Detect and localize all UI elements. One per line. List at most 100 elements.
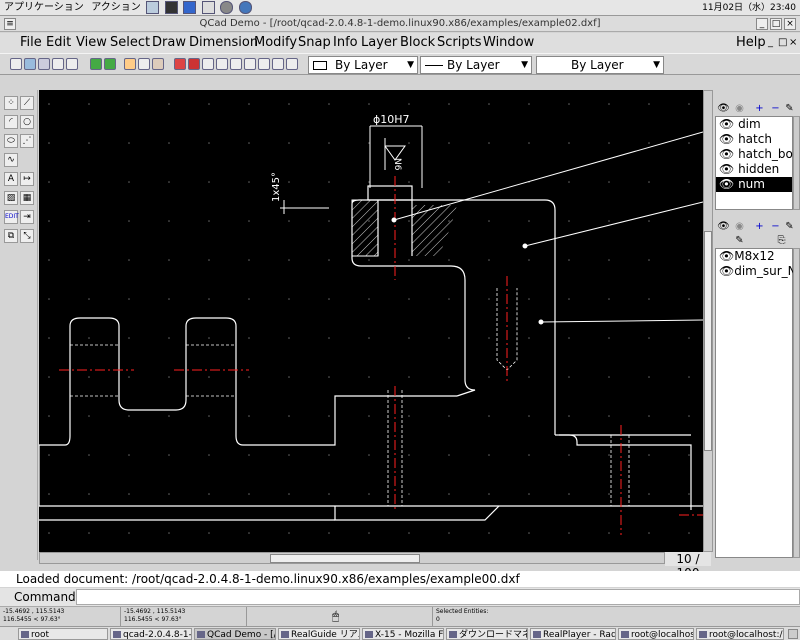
menu-file[interactable]: File [20, 35, 42, 51]
layer-list-scrollbar[interactable] [793, 116, 800, 210]
menu-view[interactable]: View [76, 35, 107, 51]
show-all-blocks-icon[interactable]: 👁 [717, 220, 730, 233]
open-file-icon[interactable] [24, 58, 36, 70]
remove-block-icon[interactable]: − [769, 220, 782, 233]
print-preview-icon[interactable] [66, 58, 78, 70]
drawing-canvas[interactable]: ɸ10H7 1x45° N6 [38, 90, 704, 552]
editor-icon[interactable] [183, 0, 197, 14]
edit-tool-icon[interactable]: EDIT [4, 210, 19, 224]
undo-icon[interactable] [90, 58, 102, 70]
layer-row-num[interactable]: 👁 num [716, 177, 792, 192]
layer-row-dim[interactable]: 👁 dim [716, 117, 792, 132]
block-row-dim-sur-n6[interactable]: 👁dim_sur_N6 [716, 264, 800, 279]
paste-icon[interactable] [152, 58, 164, 70]
redo-icon[interactable] [104, 58, 116, 70]
task-realguide[interactable]: RealGuide リアル [278, 628, 360, 640]
cut-icon[interactable] [124, 58, 136, 70]
point-tool-icon[interactable]: ⁘ [4, 96, 18, 110]
horizontal-scrollbar[interactable] [39, 552, 665, 564]
task-realplayer[interactable]: RealPlayer - Radi [530, 628, 616, 640]
menu-snap[interactable]: Snap [298, 35, 331, 51]
calendar-icon[interactable] [201, 0, 215, 14]
rename-block-icon[interactable]: ✎ [783, 220, 796, 233]
dimension-tool-icon[interactable]: ↦ [20, 172, 34, 186]
vertical-scroll-thumb[interactable] [704, 231, 712, 451]
task-qcad-folder[interactable]: qcad-2.0.4.8-1-de [110, 628, 192, 640]
task-root[interactable]: root [18, 628, 108, 640]
menu-draw[interactable]: Draw [152, 35, 186, 51]
zoom-auto-icon[interactable] [244, 58, 256, 70]
trash-icon[interactable] [788, 629, 798, 639]
drawing-svg[interactable]: ɸ10H7 1x45° N6 [38, 90, 704, 552]
horizontal-scroll-thumb[interactable] [270, 554, 420, 563]
zoom-in-icon[interactable] [216, 58, 228, 70]
draft-icon[interactable] [188, 58, 200, 70]
ellipse-tool-icon[interactable]: ⬭ [4, 134, 18, 148]
home-icon[interactable] [146, 0, 160, 14]
clock[interactable]: 11月02日（水）23:40 [702, 0, 796, 16]
circle-tool-icon[interactable]: ○ [20, 115, 34, 129]
color-combo[interactable]: By Layer ▼ [308, 56, 418, 74]
menu-scripts[interactable]: Scripts [437, 35, 481, 51]
copy-icon[interactable] [138, 58, 150, 70]
zoom-out-icon[interactable] [230, 58, 242, 70]
edit-block-icon[interactable]: ✎ [733, 234, 746, 247]
terminal-icon[interactable] [164, 0, 178, 14]
mdi-close-icon[interactable]: × [789, 35, 797, 51]
zoom-pan-icon[interactable] [286, 58, 298, 70]
block-row-m8x12[interactable]: 👁M8x12 [716, 249, 792, 264]
insert-block-icon[interactable]: ⎘ [775, 234, 788, 247]
menu-window[interactable]: Window [483, 35, 534, 51]
save-icon[interactable] [38, 58, 50, 70]
zoom-window-icon[interactable] [272, 58, 284, 70]
task-download-manager[interactable]: ダウンロードマネ [446, 628, 528, 640]
menu-layer[interactable]: Layer [361, 35, 397, 51]
block-list-scrollbar[interactable] [793, 248, 800, 558]
menu-info[interactable]: Info [333, 35, 358, 51]
minimize-icon[interactable]: _ [756, 18, 768, 30]
hide-all-blocks-icon[interactable]: ◉ [733, 220, 746, 233]
layer-row-hatch-bo[interactable]: 👁 hatch_bo [716, 147, 793, 162]
show-all-layers-icon[interactable]: 👁 [717, 102, 730, 115]
add-block-icon[interactable]: + [753, 220, 766, 233]
task-qcad-demo[interactable]: QCad Demo - [/rc [194, 628, 276, 640]
layer-row-hidden[interactable]: 👁 hidden [716, 162, 792, 177]
measure-tool-icon[interactable]: ⇥ [20, 210, 34, 224]
menu-modify[interactable]: Modify [254, 35, 297, 51]
linewidth-combo[interactable]: By Layer ▼ [536, 56, 664, 74]
new-file-icon[interactable] [10, 58, 22, 70]
actions-menu[interactable]: アクション [87, 2, 141, 13]
command-input[interactable] [76, 589, 800, 605]
block-tool-icon[interactable]: ⧉ [4, 229, 18, 243]
zoom-previous-icon[interactable] [258, 58, 270, 70]
edit-layer-icon[interactable]: ✎ [783, 102, 796, 115]
applications-menu[interactable]: アプリケーション [0, 2, 84, 13]
add-layer-icon[interactable]: + [753, 102, 766, 115]
menu-select[interactable]: Select [110, 35, 150, 51]
snap-tool-icon[interactable]: ⤡ [20, 229, 34, 243]
text-tool-icon[interactable]: A [4, 172, 18, 186]
menu-help[interactable]: Help [736, 35, 766, 51]
remove-layer-icon[interactable]: − [769, 102, 782, 115]
image-tool-icon[interactable]: ▦ [20, 191, 34, 205]
gimp-icon[interactable] [220, 0, 234, 14]
spline-tool-icon[interactable]: ∿ [4, 153, 18, 167]
window-menu-icon[interactable]: ≡ [4, 18, 16, 30]
line-tool-icon[interactable]: ⟋ [20, 96, 34, 110]
hide-all-layers-icon[interactable]: ◉ [733, 102, 746, 115]
print-icon[interactable] [52, 58, 64, 70]
mdi-restore-icon[interactable]: □ [778, 35, 787, 51]
menu-edit[interactable]: Edit [46, 35, 71, 51]
menu-dimension[interactable]: Dimension [189, 35, 258, 51]
arc-tool-icon[interactable]: ◜ [4, 115, 18, 129]
vertical-scrollbar[interactable] [703, 90, 713, 552]
close-icon[interactable]: × [784, 18, 796, 30]
maximize-icon[interactable]: □ [770, 18, 782, 30]
hatch-tool-icon[interactable]: ▨ [4, 191, 18, 205]
task-terminal-2[interactable]: root@localhost:/c [696, 628, 784, 640]
mdi-minimize-icon[interactable]: _ [768, 35, 773, 51]
linetype-combo[interactable]: By Layer ▼ [420, 56, 532, 74]
redraw-icon[interactable] [202, 58, 214, 70]
menu-block[interactable]: Block [400, 35, 435, 51]
task-terminal-1[interactable]: root@localhost:/ [618, 628, 694, 640]
